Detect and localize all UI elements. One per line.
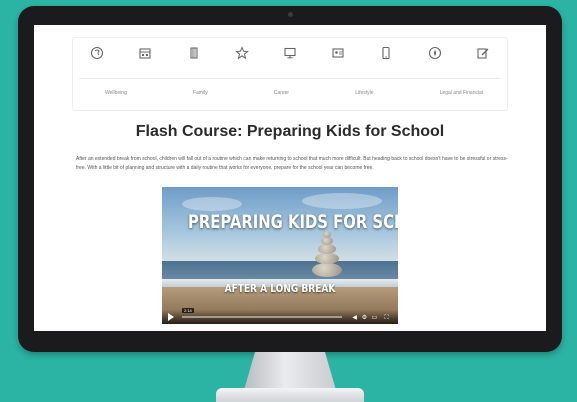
cc-icon[interactable]: ▭ xyxy=(371,314,378,321)
brain-icon[interactable] xyxy=(90,46,104,60)
monitor-base xyxy=(216,388,364,402)
monitor-stand xyxy=(244,352,336,390)
volume-icon[interactable]: ◀ xyxy=(351,314,358,321)
stone xyxy=(312,263,342,277)
browser-screen: Wellbeing Family Career Lifestyle Legal … xyxy=(34,25,546,331)
video-player[interactable]: PREPARING KIDS FOR SCHOOL AFTER A LONG B… xyxy=(162,187,398,324)
video-cloud xyxy=(302,193,382,209)
video-controls: 2:14 ◀ ⚙ ▭ ⛶ xyxy=(162,308,398,324)
calendar-icon[interactable] xyxy=(138,46,152,60)
category-lifestyle[interactable]: Lifestyle xyxy=(355,90,373,102)
play-icon[interactable] xyxy=(168,313,174,321)
stone xyxy=(315,253,339,264)
progress-bar[interactable] xyxy=(182,316,342,318)
book-icon[interactable] xyxy=(187,46,201,60)
page-title: Flash Course: Preparing Kids for School xyxy=(135,123,445,140)
phone-icon[interactable] xyxy=(379,46,393,60)
stone xyxy=(321,237,333,245)
webcam xyxy=(288,12,293,17)
nav-divider xyxy=(79,78,501,79)
category-career[interactable]: Career xyxy=(274,90,289,102)
video-title: PREPARING KIDS FOR SCHOOL xyxy=(187,211,398,233)
id-card-icon[interactable] xyxy=(331,46,345,60)
category-nav: Wellbeing Family Career Lifestyle Legal … xyxy=(72,37,508,111)
settings-icon[interactable]: ⚙ xyxy=(361,314,368,321)
category-legal-financial[interactable]: Legal and Financial xyxy=(440,90,483,102)
compass-icon[interactable] xyxy=(428,46,442,60)
category-family[interactable]: Family xyxy=(193,90,208,102)
video-subtitle: AFTER A LONG BREAK xyxy=(224,282,336,295)
icon-row xyxy=(73,46,507,60)
video-time: 2:14 xyxy=(182,308,194,313)
monitor-icon[interactable] xyxy=(283,46,297,60)
stone xyxy=(318,244,336,254)
category-labels: Wellbeing Family Career Lifestyle Legal … xyxy=(73,90,507,102)
edit-icon[interactable] xyxy=(476,46,490,60)
video-cloud xyxy=(182,197,242,211)
monitor: Wellbeing Family Career Lifestyle Legal … xyxy=(18,6,562,352)
star-icon[interactable] xyxy=(234,46,249,60)
fullscreen-icon[interactable]: ⛶ xyxy=(383,314,390,321)
intro-paragraph: After an extended break from school, chi… xyxy=(76,156,508,171)
category-wellbeing[interactable]: Wellbeing xyxy=(105,90,127,102)
